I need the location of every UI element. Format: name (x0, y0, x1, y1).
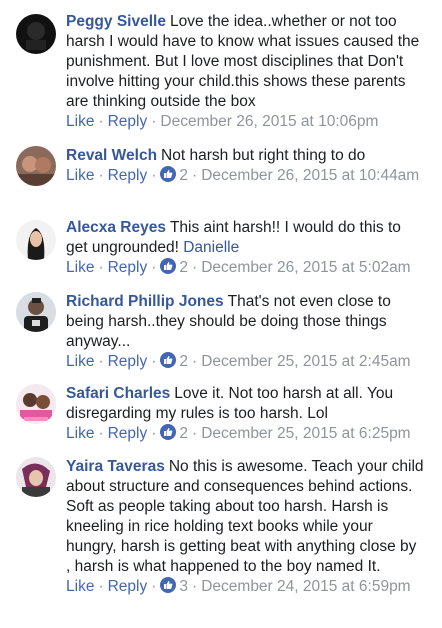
avatar[interactable] (16, 14, 56, 54)
comment-text: Safari Charles Love it. Not too harsh at … (66, 384, 424, 424)
comment-actions: Like · Reply · 2 · December 26, 2015 at 5:02am (66, 258, 424, 278)
comment-actions: Like · Reply · 2 · December 25, 2015 at 6:25pm (66, 424, 424, 444)
comment-text: Richard Phillip Jones That's not even clo… (66, 292, 424, 352)
separator: · (192, 259, 198, 276)
separator: · (192, 353, 198, 370)
separator: · (98, 353, 104, 370)
separator: · (151, 425, 157, 442)
avatar[interactable] (16, 292, 56, 332)
thumbs-up-icon (160, 577, 177, 593)
separator: · (98, 259, 104, 276)
reply-button[interactable]: Reply (108, 167, 148, 184)
thumbs-up-icon (160, 166, 177, 182)
thumbs-up-icon (160, 258, 177, 274)
reply-button[interactable]: Reply (108, 113, 148, 130)
like-count[interactable]: 2 (179, 167, 188, 184)
avatar[interactable] (16, 384, 56, 424)
author-name[interactable]: Peggy Sivelle (66, 13, 166, 30)
author-name[interactable]: Yaira Taveras (66, 458, 165, 475)
reply-button[interactable]: Reply (108, 259, 148, 276)
author-name[interactable]: Alecxa Reyes (66, 219, 166, 236)
timestamp[interactable]: December 25, 2015 at 6:25pm (201, 425, 410, 442)
like-count[interactable]: 2 (179, 353, 188, 370)
comment-text: Peggy Sivelle Love the idea..whether or n… (66, 12, 424, 112)
like-button[interactable]: Like (66, 259, 94, 276)
separator: · (151, 578, 157, 595)
like-button[interactable]: Like (66, 167, 94, 184)
like-button[interactable]: Like (66, 113, 94, 130)
comment-actions: Like · Reply · 2 · December 25, 2015 at 2:45am (66, 352, 424, 372)
timestamp[interactable]: December 24, 2015 at 6:59pm (201, 578, 410, 595)
separator: · (98, 167, 104, 184)
author-name[interactable]: Reval Welch (66, 147, 157, 164)
timestamp[interactable]: December 26, 2015 at 5:02am (201, 259, 410, 276)
comment-actions: Like · Reply · 2 · December 26, 2015 at 10:44a… (66, 166, 424, 186)
mention-link[interactable]: Danielle (183, 239, 239, 256)
comment-actions: Like · Reply · December 26, 2015 at 10:06pm (66, 112, 424, 132)
separator: · (98, 113, 104, 130)
avatar[interactable] (16, 457, 56, 497)
timestamp[interactable]: December 26, 2015 at 10:06pm (160, 113, 378, 130)
separator: · (98, 425, 104, 442)
thumbs-up-icon (160, 352, 177, 368)
author-name[interactable]: Richard Phillip Jones (66, 293, 224, 310)
like-button[interactable]: Like (66, 353, 94, 370)
thumbs-up-icon (160, 424, 177, 440)
reply-button[interactable]: Reply (108, 353, 148, 370)
separator: · (98, 578, 104, 595)
separator: · (151, 113, 157, 130)
comment-message: Not harsh but right thing to do (161, 147, 366, 164)
separator: · (192, 578, 198, 595)
like-count[interactable]: 2 (179, 425, 188, 442)
timestamp[interactable]: December 25, 2015 at 2:45am (201, 353, 410, 370)
separator: · (151, 167, 157, 184)
like-count[interactable]: 2 (179, 259, 188, 276)
reply-button[interactable]: Reply (108, 425, 148, 442)
comment-text: Reval Welch Not harsh but right thing to … (66, 146, 424, 166)
separator: · (192, 425, 198, 442)
like-button[interactable]: Like (66, 578, 94, 595)
author-name[interactable]: Safari Charles (66, 385, 170, 402)
separator: · (151, 259, 157, 276)
separator: · (192, 167, 198, 184)
separator: · (151, 353, 157, 370)
comment-message: No this is awesome. Teach your child abo… (66, 458, 424, 575)
like-button[interactable]: Like (66, 425, 94, 442)
comment-actions: Like · Reply · 3 · December 24, 2015 at 6:59pm (66, 577, 424, 597)
comment-text: Yaira Taveras No this is awesome. Teach y… (66, 457, 424, 577)
avatar[interactable] (16, 220, 56, 260)
like-count[interactable]: 3 (179, 578, 188, 595)
avatar[interactable] (16, 146, 56, 186)
timestamp[interactable]: December 26, 2015 at 10:44am (201, 167, 419, 184)
comment-text: Alecxa Reyes This aint harsh!! I would do… (66, 218, 424, 258)
reply-button[interactable]: Reply (108, 578, 148, 595)
